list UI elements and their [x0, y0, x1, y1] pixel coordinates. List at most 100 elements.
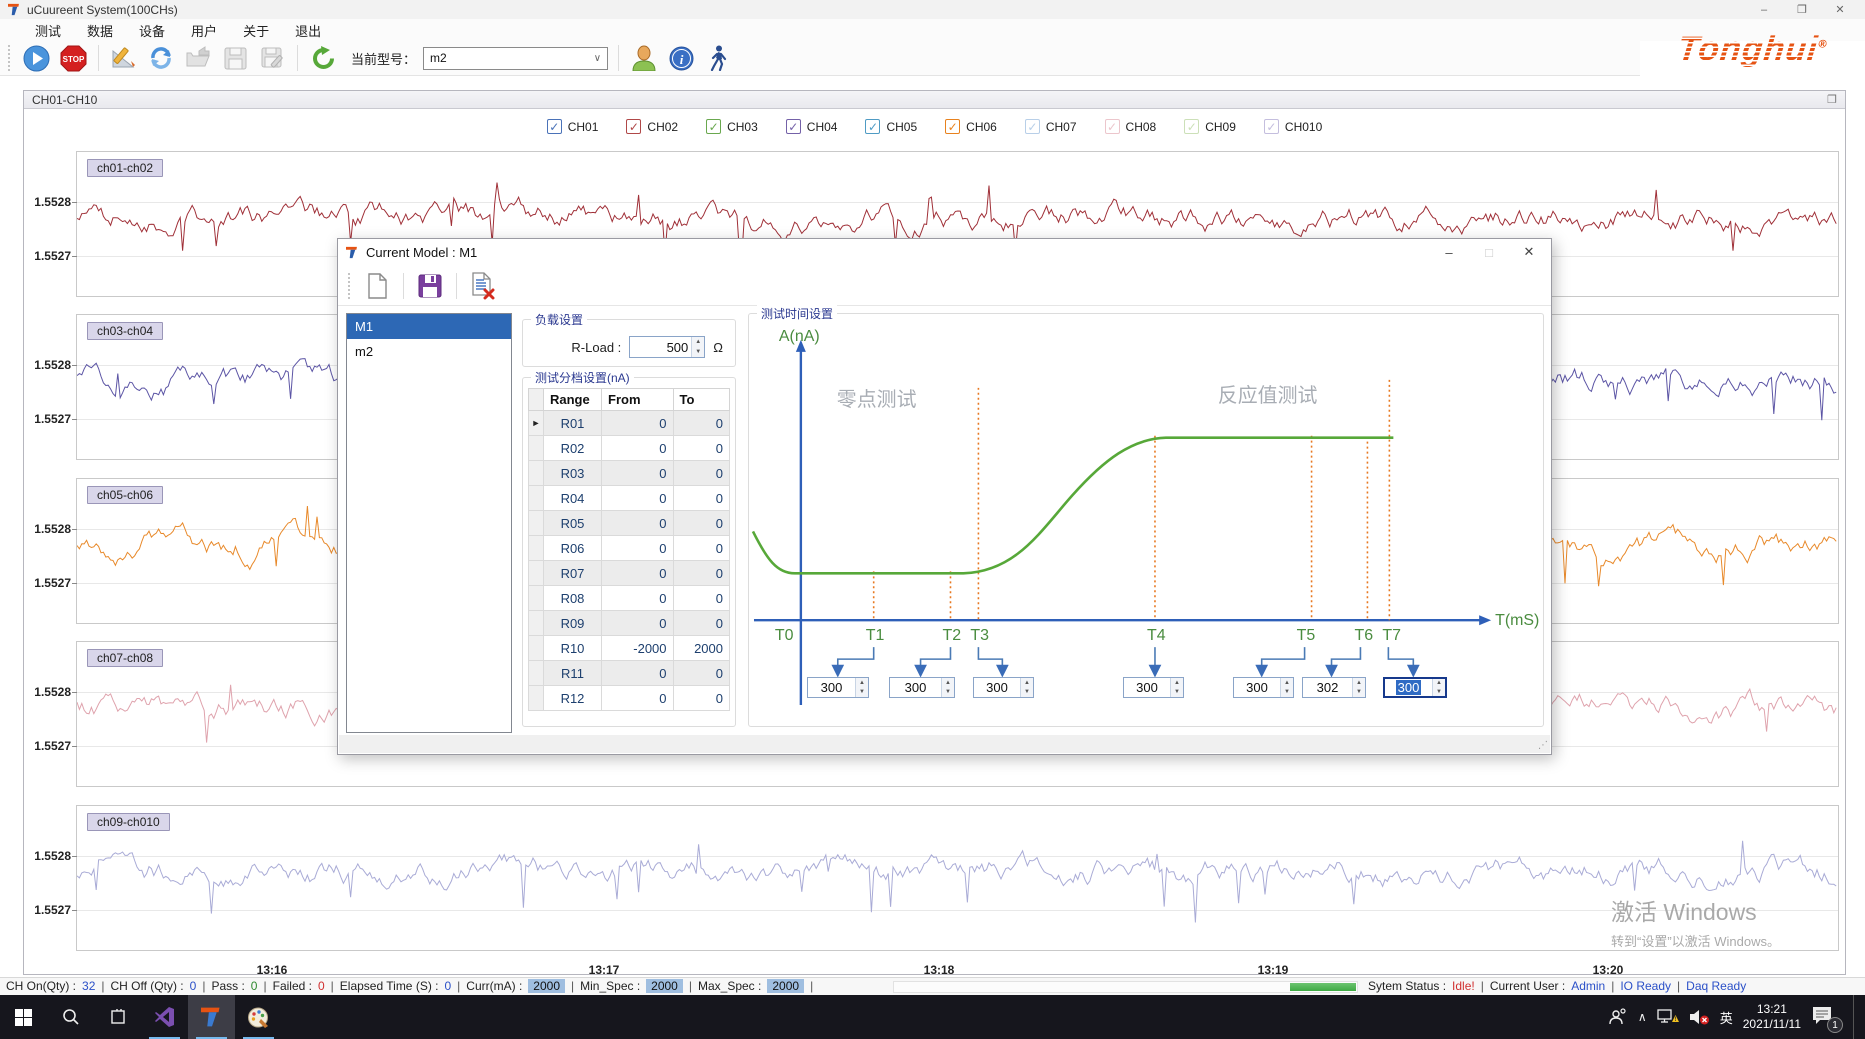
close-button[interactable]: ✕ — [1821, 0, 1859, 19]
svg-text:!: ! — [1674, 1017, 1676, 1023]
save-model-button[interactable] — [415, 271, 445, 301]
spin-arrows[interactable]: ▲▼ — [1020, 678, 1033, 697]
menu-item-关于[interactable]: 关于 — [230, 19, 282, 42]
start-button[interactable] — [0, 995, 47, 1039]
reload-model-button[interactable] — [308, 43, 338, 73]
dialog-minimize-button[interactable]: – — [1429, 239, 1469, 265]
channel-checkbox-CH05[interactable]: ✓CH05 — [865, 119, 917, 134]
open-button[interactable] — [183, 43, 213, 73]
column-header-From[interactable]: From — [602, 389, 674, 411]
taskbar: ∧ ! 英 13:21 2021/11/11 — [0, 995, 1865, 1039]
range-row-R08[interactable]: R0800 — [529, 586, 730, 611]
checkbox-icon: ✓ — [626, 119, 641, 134]
channel-checkbox-CH07[interactable]: ✓CH07 — [1025, 119, 1077, 134]
channel-checkbox-CH03[interactable]: ✓CH03 — [706, 119, 758, 134]
network-warning-icon[interactable]: ! — [1657, 1008, 1679, 1026]
run-button[interactable] — [21, 43, 51, 73]
spin-arrows[interactable]: ▲▼ — [1280, 678, 1293, 697]
delete-model-button[interactable] — [468, 271, 498, 301]
restore-button[interactable]: ❐ — [1783, 0, 1821, 19]
timer-spinner-3[interactable]: 300▲▼ — [973, 677, 1034, 698]
task-view-button[interactable] — [94, 995, 141, 1039]
channel-checkbox-CH010[interactable]: ✓CH010 — [1264, 119, 1322, 134]
range-row-R01[interactable]: ►R0100 — [529, 411, 730, 436]
range-row-R10[interactable]: R10-20002000 — [529, 636, 730, 661]
model-list-item-M1[interactable]: M1 — [347, 314, 511, 339]
dialog-maximize-button[interactable]: □ — [1469, 239, 1509, 265]
column-header-To[interactable]: To — [673, 389, 729, 411]
range-row-R05[interactable]: R0500 — [529, 511, 730, 536]
channel-checkbox-CH09[interactable]: ✓CH09 — [1184, 119, 1236, 134]
range-row-R03[interactable]: R0300 — [529, 461, 730, 486]
row-selector — [529, 661, 544, 686]
model-list-item-m2[interactable]: m2 — [347, 339, 511, 364]
show-desktop-strip[interactable] — [1853, 995, 1857, 1039]
timer-spinner-6[interactable]: 302▲▼ — [1302, 677, 1366, 698]
save-button[interactable] — [220, 43, 250, 73]
range-row-R02[interactable]: R0200 — [529, 436, 730, 461]
timer-spinner-2[interactable]: 300 ▲▼ — [889, 677, 955, 698]
channel-checkbox-CH08[interactable]: ✓CH08 — [1105, 119, 1157, 134]
notification-center-button[interactable]: 1 — [1811, 1005, 1837, 1029]
save-as-button[interactable] — [257, 43, 287, 73]
channel-checkbox-CH02[interactable]: ✓CH02 — [626, 119, 678, 134]
taskbar-visualstudio-button[interactable] — [141, 995, 188, 1039]
channel-label: CH05 — [886, 120, 917, 134]
user-button[interactable] — [629, 43, 659, 73]
tray-chevron-icon[interactable]: ∧ — [1638, 1010, 1647, 1024]
edit-config-button[interactable] — [109, 43, 139, 73]
taskbar-clock[interactable]: 13:21 2021/11/11 — [1743, 1002, 1801, 1032]
dialog-close-button[interactable]: ✕ — [1509, 239, 1549, 265]
status-bar: CH On(Qty) :32|CH Off (Qty) :0|Pass :0|F… — [0, 977, 1865, 995]
menu-item-设备[interactable]: 设备 — [126, 19, 178, 42]
range-row-R12[interactable]: R1200 — [529, 686, 730, 711]
people-icon[interactable] — [1608, 1008, 1628, 1026]
taskbar-search-button[interactable] — [47, 995, 94, 1039]
channel-checkbox-CH04[interactable]: ✓CH04 — [786, 119, 838, 134]
timer-value: 300 — [905, 680, 927, 695]
model-dropdown[interactable]: m2 ∨ — [423, 47, 608, 70]
spin-arrows[interactable]: ▲▼ — [1170, 678, 1183, 697]
float-window-icon[interactable]: ❐ — [1827, 93, 1837, 106]
channel-checkbox-CH01[interactable]: ✓CH01 — [547, 119, 599, 134]
range-row-R04[interactable]: R0400 — [529, 486, 730, 511]
taskbar-app-button[interactable] — [188, 995, 235, 1039]
resize-grip-icon[interactable]: ⋰ — [1538, 740, 1548, 751]
t-label-T3: T3 — [970, 627, 989, 644]
spin-arrows[interactable]: ▲▼ — [1352, 678, 1365, 697]
range-row-R11[interactable]: R1100 — [529, 661, 730, 686]
rload-spin-arrows[interactable]: ▲ ▼ — [691, 337, 704, 357]
menu-item-测试[interactable]: 测试 — [22, 19, 74, 42]
channel-checkbox-CH06[interactable]: ✓CH06 — [945, 119, 997, 134]
info-button[interactable]: i — [666, 43, 696, 73]
ime-indicator[interactable]: 英 — [1720, 1008, 1733, 1027]
minimize-button[interactable]: – — [1745, 0, 1783, 19]
status-label: Pass : — [211, 979, 244, 993]
timer-spinner-4[interactable]: 300▲▼ — [1123, 677, 1184, 698]
range-row-R07[interactable]: R0700 — [529, 561, 730, 586]
t-label-T5: T5 — [1297, 627, 1316, 644]
rload-spinner[interactable]: 500 ▲ ▼ — [629, 336, 705, 358]
timer-spinner-1[interactable]: 300▲▼ — [807, 677, 869, 698]
taskbar-paint-button[interactable] — [235, 995, 282, 1039]
new-model-button[interactable] — [362, 271, 392, 301]
timer-spinner-5[interactable]: 300▲▼ — [1233, 677, 1294, 698]
watermark-line1: 激活 Windows — [1611, 893, 1780, 927]
menu-item-用户[interactable]: 用户 — [178, 19, 230, 42]
spin-arrows[interactable]: ▲▼ — [855, 678, 868, 697]
checkbox-icon: ✓ — [945, 119, 960, 134]
range-row-R09[interactable]: R0900 — [529, 611, 730, 636]
menu-item-退出[interactable]: 退出 — [282, 19, 334, 42]
menu-item-数据[interactable]: 数据 — [74, 19, 126, 42]
column-header-Range[interactable]: Range — [544, 389, 602, 411]
dialog-title-bar[interactable]: Current Model : M1 — [338, 239, 1551, 266]
range-table[interactable]: RangeFromTo►R0100R0200R0300R0400R0500R06… — [528, 388, 730, 711]
refresh-button[interactable] — [146, 43, 176, 73]
spin-arrows[interactable]: ▲▼ — [1432, 679, 1445, 696]
stop-button[interactable]: STOP — [58, 43, 88, 73]
timer-spinner-7[interactable]: 300▲▼ — [1383, 677, 1447, 698]
range-row-R06[interactable]: R0600 — [529, 536, 730, 561]
exit-button[interactable] — [703, 43, 733, 73]
volume-muted-icon[interactable] — [1689, 1008, 1710, 1026]
spin-arrows[interactable]: ▲▼ — [941, 678, 954, 697]
